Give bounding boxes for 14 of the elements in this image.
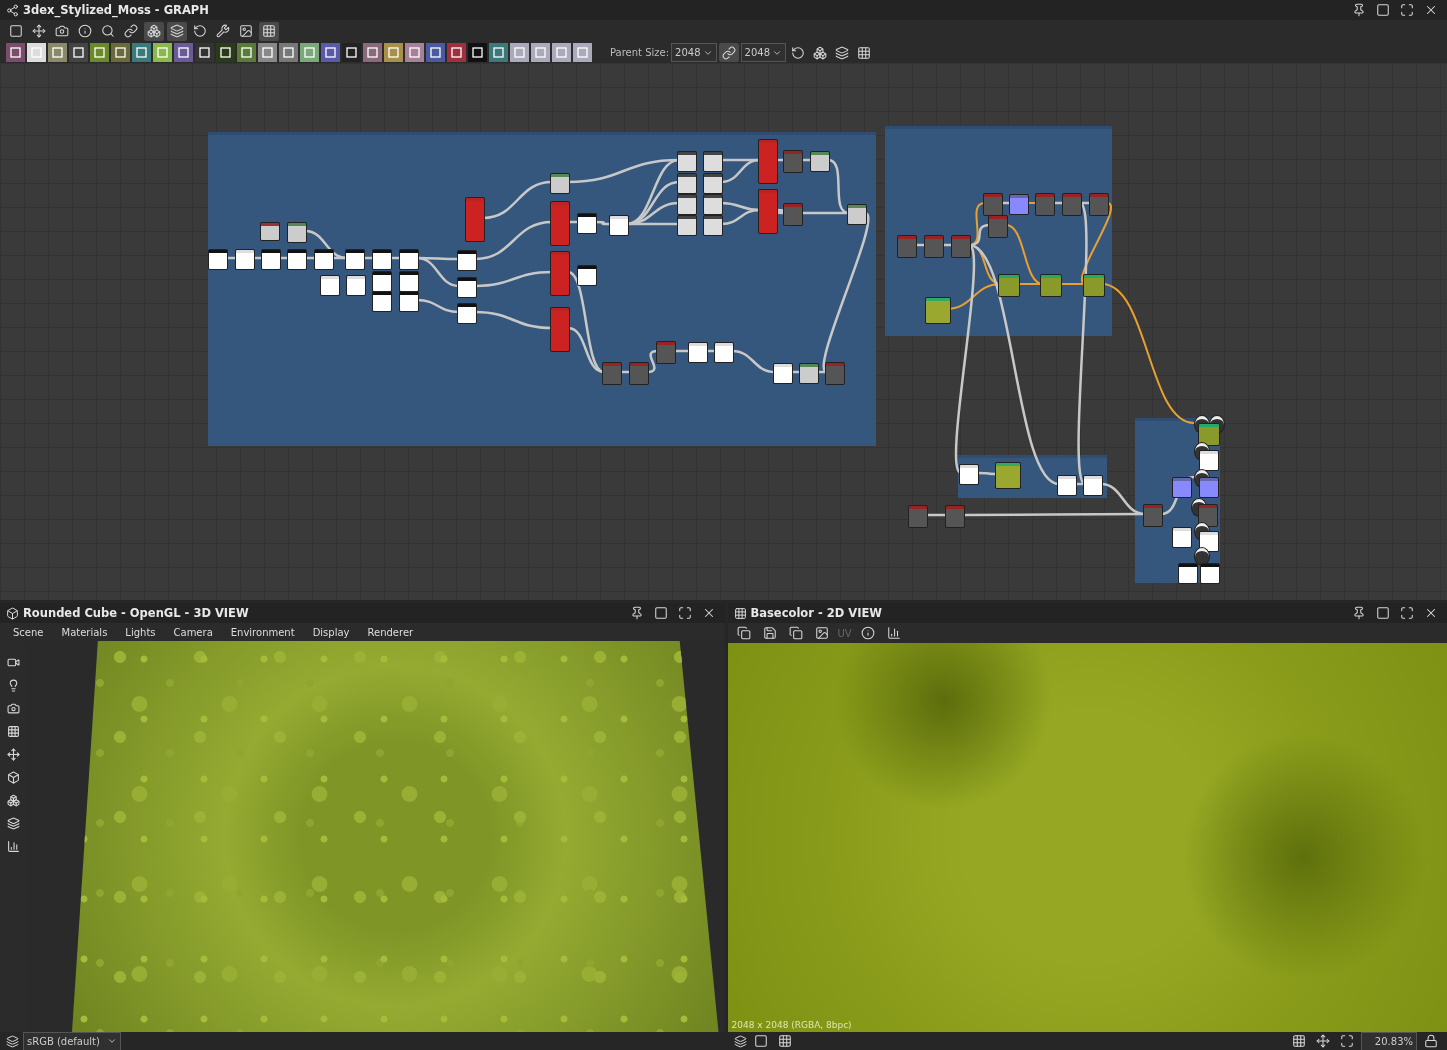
menu-item[interactable]: Environment xyxy=(223,626,302,638)
menu-item[interactable]: Camera xyxy=(166,626,220,638)
panel-title: Basecolor - 2D VIEW xyxy=(750,606,882,620)
menu-item[interactable]: Materials xyxy=(54,626,115,638)
parent-size-label: Parent Size: xyxy=(610,47,670,58)
texture-info: 2048 x 2048 (RGBA, 8bpc) xyxy=(731,1020,852,1030)
panel-title: Rounded Cube - OpenGL - 3D VIEW xyxy=(23,606,249,620)
menu-item[interactable]: Lights xyxy=(118,626,163,638)
menu-item[interactable]: Renderer xyxy=(360,626,421,638)
menu-item[interactable]: Scene xyxy=(6,626,51,638)
window-title: 3dex_Stylized_Moss - GRAPH xyxy=(23,3,209,17)
parent-size-dropdown[interactable]: 2048 xyxy=(671,43,717,62)
size-dropdown[interactable]: 2048 xyxy=(740,43,786,62)
menu-item[interactable]: Display xyxy=(305,626,357,638)
